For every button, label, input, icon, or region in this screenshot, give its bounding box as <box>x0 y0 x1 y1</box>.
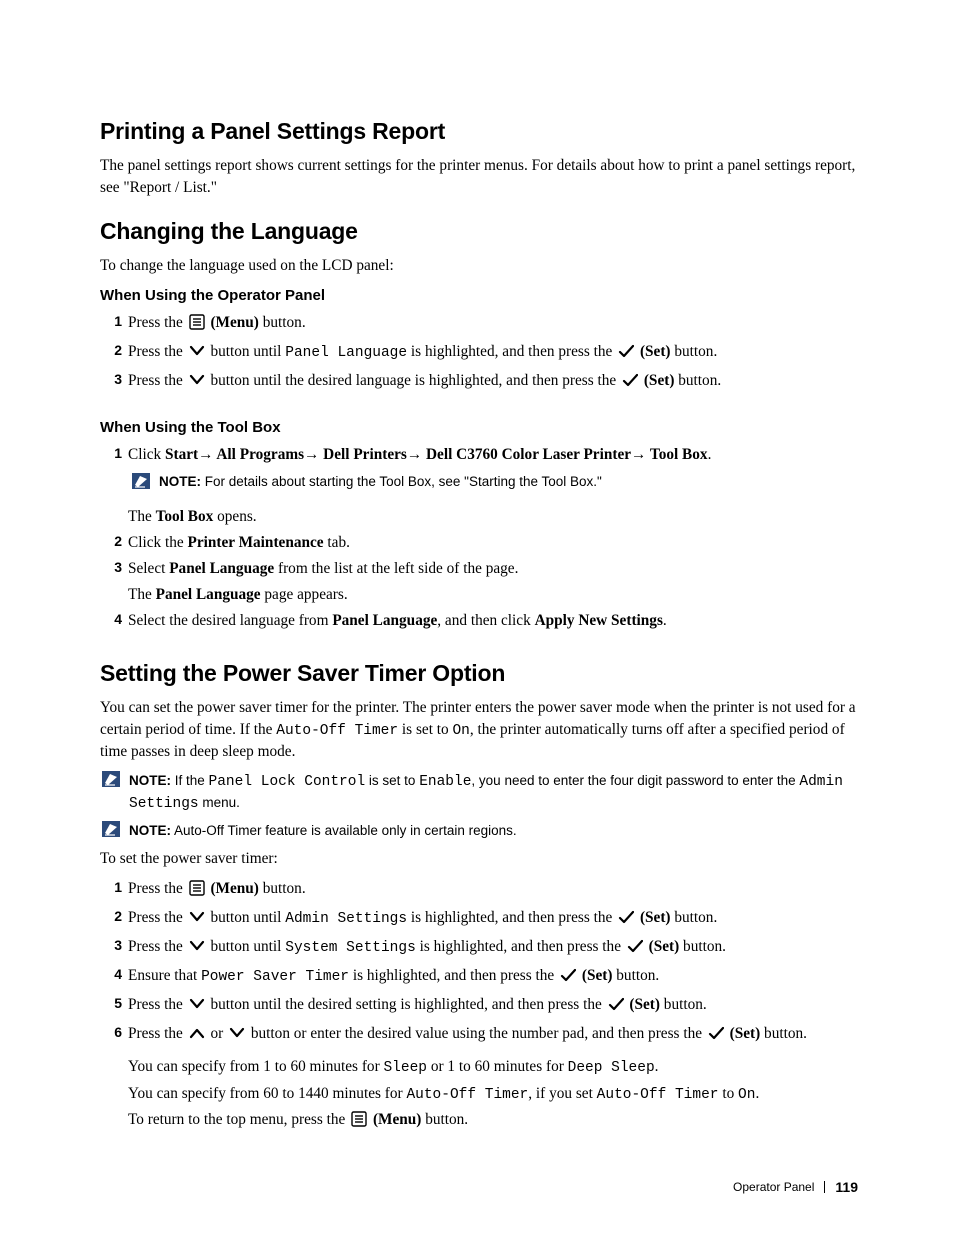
text: from the list at the left side of the pa… <box>274 560 518 577</box>
check-icon <box>618 342 634 368</box>
text: tab. <box>324 534 350 551</box>
step-item: 2 Press the button until Admin Settings … <box>128 905 858 934</box>
note-body: NOTE: Auto-Off Timer feature is availabl… <box>129 821 858 841</box>
page-number: 119 <box>835 1179 858 1195</box>
steps-tool-box: 1 Click Start→ All Programs→ Dell Printe… <box>100 442 858 634</box>
menu-icon <box>189 879 205 905</box>
arrow-icon: → <box>198 446 213 463</box>
text: Panel Language <box>332 612 437 629</box>
chevron-down-icon <box>189 995 205 1021</box>
text: Tool Box <box>646 446 707 463</box>
check-icon <box>622 371 638 397</box>
text: Dell Printers <box>319 446 407 463</box>
arrow-icon: → <box>304 446 319 463</box>
menu-icon <box>189 313 205 339</box>
note-row: NOTE: For details about starting the Too… <box>130 472 858 498</box>
para-section3-lead: You can set the power saver timer for th… <box>100 697 858 763</box>
text: Printer Maintenance <box>187 534 323 551</box>
step-item: 3 Press the button until the desired lan… <box>128 368 858 397</box>
footer-label: Operator Panel <box>733 1180 814 1194</box>
para-section2-lead: To change the language used on the LCD p… <box>100 255 858 277</box>
text: button. <box>671 343 718 360</box>
text: Select the desired language from <box>128 612 332 629</box>
step-item: 4 Select the desired language from Panel… <box>128 608 858 634</box>
text: (Menu) <box>207 314 259 331</box>
para-section1-lead: The panel settings report shows current … <box>100 155 858 198</box>
followup-text: To return to the top menu, press the (Me… <box>128 1107 858 1136</box>
chevron-down-icon <box>189 342 205 368</box>
step-item: 3 Select Panel Language from the list at… <box>128 556 858 608</box>
step-item: 3 Press the button until System Settings… <box>128 934 858 963</box>
check-icon <box>708 1024 724 1050</box>
code-text: Panel Language <box>285 345 407 361</box>
arrow-icon: → <box>631 446 646 463</box>
chevron-down-icon <box>189 937 205 963</box>
step-item: 1 Click Start→ All Programs→ Dell Printe… <box>128 442 858 530</box>
text: . <box>663 612 667 629</box>
followup-text: You can specify from 60 to 1440 minutes … <box>128 1081 858 1108</box>
note-row: NOTE: If the Panel Lock Control is set t… <box>100 771 858 815</box>
text: button. <box>259 314 306 331</box>
note-icon <box>102 821 120 842</box>
followup-text: The Tool Box opens. <box>128 504 858 530</box>
chevron-down-icon <box>189 908 205 934</box>
text: Press the <box>128 314 187 331</box>
menu-icon <box>351 1110 367 1136</box>
heading-changing-the-language: Changing the Language <box>100 218 858 245</box>
chevron-down-icon <box>229 1024 245 1050</box>
chevron-up-icon <box>189 1024 205 1050</box>
note-label: NOTE: <box>129 823 171 838</box>
step-item: 1 Press the (Menu) button. <box>128 310 858 339</box>
text: Click the <box>128 534 187 551</box>
text: Press the <box>128 343 187 360</box>
followup-text: You can specify from 1 to 60 minutes for… <box>128 1054 858 1081</box>
note-row: NOTE: Auto-Off Timer feature is availabl… <box>100 821 858 842</box>
text: button until the desired language is hig… <box>207 372 620 389</box>
text: button until <box>207 343 286 360</box>
text: , and then click <box>437 612 534 629</box>
text: Click <box>128 446 165 463</box>
note-label: NOTE: <box>129 773 171 788</box>
check-icon <box>627 937 643 963</box>
check-icon <box>618 908 634 934</box>
subheading-tool-box: When Using the Tool Box <box>100 419 858 436</box>
followup-text: The Panel Language page appears. <box>128 582 858 608</box>
text: Panel Language <box>169 560 274 577</box>
heading-power-saver-timer: Setting the Power Saver Timer Option <box>100 660 858 687</box>
text: . <box>708 446 712 463</box>
chevron-down-icon <box>189 371 205 397</box>
text: (Set) <box>636 343 670 360</box>
text: Apply New Settings <box>535 612 663 629</box>
note-icon <box>132 472 150 498</box>
text: Select <box>128 560 169 577</box>
check-icon <box>608 995 624 1021</box>
step-item: 2 Click the Printer Maintenance tab. <box>128 530 858 556</box>
note-label: NOTE: <box>159 474 201 489</box>
text: Start <box>165 446 198 463</box>
divider <box>824 1181 825 1193</box>
para-section3-intro: To set the power saver timer: <box>100 848 858 870</box>
subheading-operator-panel: When Using the Operator Panel <box>100 287 858 304</box>
text: (Set) <box>640 372 674 389</box>
steps-operator-panel: 1 Press the (Menu) button. 2 Press the b… <box>100 310 858 397</box>
text: All Programs <box>213 446 304 463</box>
check-icon <box>560 966 576 992</box>
text: button. <box>674 372 721 389</box>
note-body: NOTE: If the Panel Lock Control is set t… <box>129 771 858 815</box>
text: Dell C3760 Color Laser Printer <box>422 446 631 463</box>
footer: Operator Panel 119 <box>733 1179 858 1195</box>
step-item: 5 Press the button until the desired set… <box>128 992 858 1021</box>
text: For details about starting the Tool Box,… <box>201 474 602 489</box>
step-item: 2 Press the button until Panel Language … <box>128 339 858 368</box>
note-icon <box>102 771 120 792</box>
arrow-icon: → <box>407 446 422 463</box>
step-item: 4 Ensure that Power Saver Timer is highl… <box>128 963 858 992</box>
text: is highlighted, and then press the <box>407 343 616 360</box>
heading-printing-panel-settings-report: Printing a Panel Settings Report <box>100 118 858 145</box>
note-body: NOTE: For details about starting the Too… <box>159 472 858 492</box>
steps-power-saver: 1 Press the (Menu) button. 2 Press the b… <box>100 876 858 1136</box>
step-item: 6 Press the or button or enter the desir… <box>128 1021 858 1136</box>
text: Press the <box>128 372 187 389</box>
step-item: 1 Press the (Menu) button. <box>128 876 858 905</box>
